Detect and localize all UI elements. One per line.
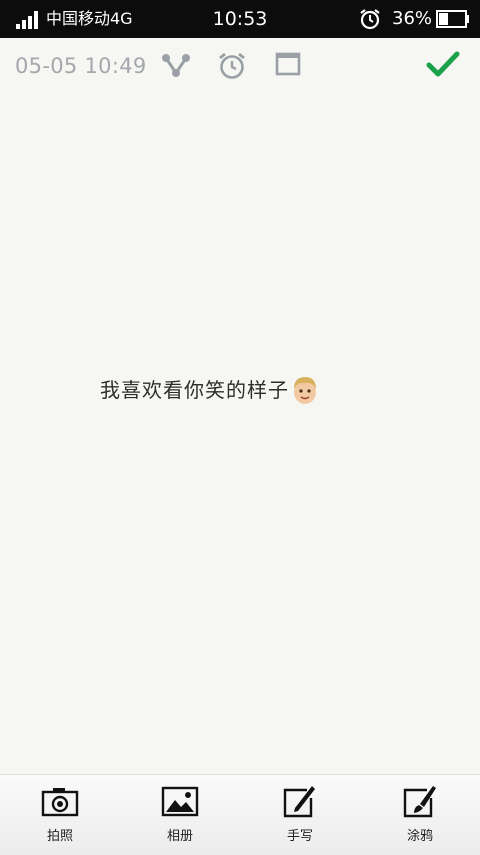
take-photo-button[interactable]: 拍照: [0, 775, 120, 855]
doodle-label: 涂鸦: [406, 829, 433, 844]
alarm-clock-icon[interactable]: [217, 51, 247, 81]
window-icon[interactable]: [275, 51, 303, 77]
handwrite-label: 手写: [286, 829, 313, 844]
camera-icon: [41, 788, 79, 817]
handwrite-button[interactable]: 手写: [240, 775, 360, 855]
handwrite-icon: [283, 786, 315, 818]
status-bar: 中国移动4G 10:53 36%: [0, 0, 480, 38]
doodle-button[interactable]: 涂鸦: [360, 775, 480, 855]
note-toolbar: 05-05 10:49: [0, 38, 480, 94]
boy-face-emoji: [294, 377, 316, 404]
album-button[interactable]: 相册: [120, 775, 240, 855]
note-text: 我喜欢看你笑的样子: [100, 378, 289, 402]
bottom-toolbar: 拍照 相册 手写 涂鸦: [0, 774, 480, 855]
note-body[interactable]: 我喜欢看你笑的样子: [100, 374, 319, 406]
alarm-status-icon: [360, 9, 380, 30]
note-datetime: 05-05 10:49: [15, 54, 147, 78]
picture-icon: [161, 786, 199, 817]
brush-icon: [403, 786, 436, 818]
share-icon[interactable]: [160, 51, 192, 79]
battery-percent: 36%: [392, 8, 433, 29]
battery-icon: [436, 10, 469, 28]
save-checkmark-button[interactable]: [426, 50, 460, 80]
album-label: 相册: [166, 829, 193, 844]
take-photo-label: 拍照: [46, 829, 73, 844]
